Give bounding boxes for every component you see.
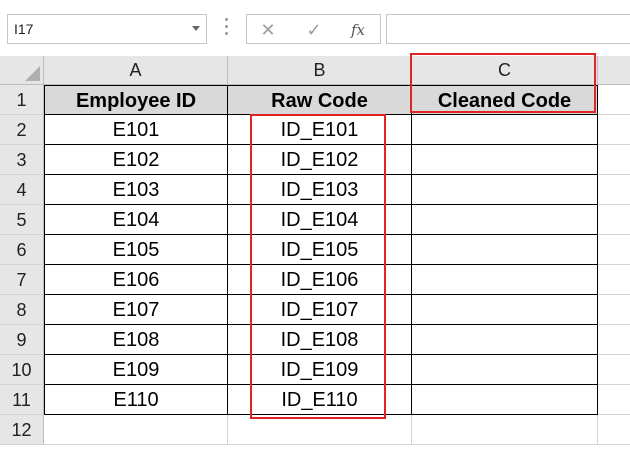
column-header-b[interactable]: B [228,56,412,85]
select-all-icon [25,66,40,81]
header-cell[interactable]: Raw Code [228,85,412,115]
table-cell[interactable] [412,205,598,235]
column-header-d[interactable] [598,56,630,85]
table-cell[interactable] [412,295,598,325]
row-header-2[interactable]: 2 [0,115,44,145]
table-cell[interactable]: E110 [44,385,228,415]
name-box-value: I17 [14,21,34,37]
row-header-4[interactable]: 4 [0,175,44,205]
empty-cell[interactable] [598,385,630,415]
table-cell[interactable] [412,355,598,385]
empty-cell[interactable] [598,235,630,265]
enter-icon[interactable]: ✓ [299,19,329,41]
table-cell[interactable]: E107 [44,295,228,325]
table-cell[interactable] [412,145,598,175]
header-cell[interactable]: Employee ID [44,85,228,115]
table-cell[interactable]: ID_E102 [228,145,412,175]
table-cell[interactable] [412,175,598,205]
table-cell[interactable]: E102 [44,145,228,175]
table-cell[interactable]: ID_E110 [228,385,412,415]
table-cell[interactable] [412,265,598,295]
grip-icon [225,18,229,38]
row-header-1[interactable]: 1 [0,85,44,115]
row-header-11[interactable]: 11 [0,385,44,415]
table-cell[interactable]: ID_E104 [228,205,412,235]
empty-cell[interactable] [44,415,228,445]
insert-function-button[interactable]: fx [343,19,373,41]
table-cell[interactable] [412,325,598,355]
column-header-a[interactable]: A [44,56,228,85]
row-header-7[interactable]: 7 [0,265,44,295]
table-cell[interactable]: E105 [44,235,228,265]
name-box[interactable]: I17 [7,14,207,44]
chevron-down-icon[interactable] [192,26,200,31]
cancel-icon[interactable]: ✕ [253,19,283,41]
table-cell[interactable]: ID_E103 [228,175,412,205]
row-header-10[interactable]: 10 [0,355,44,385]
table-cell[interactable] [412,115,598,145]
table-cell[interactable]: E109 [44,355,228,385]
table-cell[interactable]: ID_E106 [228,265,412,295]
table-cell[interactable]: ID_E109 [228,355,412,385]
formula-bar: I17 ✕ ✓ fx [0,0,630,56]
table-cell[interactable]: E101 [44,115,228,145]
table-cell[interactable]: ID_E101 [228,115,412,145]
row-header-9[interactable]: 9 [0,325,44,355]
row-header-3[interactable]: 3 [0,145,44,175]
row-header-8[interactable]: 8 [0,295,44,325]
table-cell[interactable]: ID_E105 [228,235,412,265]
empty-cell[interactable] [598,325,630,355]
row-header-5[interactable]: 5 [0,205,44,235]
table-cell[interactable]: E104 [44,205,228,235]
empty-cell[interactable] [598,115,630,145]
table-cell[interactable]: ID_E108 [228,325,412,355]
table-cell[interactable]: E103 [44,175,228,205]
empty-cell[interactable] [598,355,630,385]
empty-cell[interactable] [598,175,630,205]
spreadsheet-grid: A B C 1 2 3 4 5 6 7 8 9 10 11 12 Employee ID Raw Cod… [0,53,630,452]
empty-cell[interactable] [598,85,630,115]
row-header-12[interactable]: 12 [0,415,44,445]
select-all-button[interactable] [0,56,44,85]
formula-buttons: ✕ ✓ fx [246,14,381,44]
empty-cell[interactable] [598,145,630,175]
table-cell[interactable]: E108 [44,325,228,355]
row-header-6[interactable]: 6 [0,235,44,265]
table-cell[interactable]: ID_E107 [228,295,412,325]
empty-cell[interactable] [598,295,630,325]
table-cell[interactable] [412,235,598,265]
header-cell[interactable]: Cleaned Code [412,85,598,115]
empty-cell[interactable] [228,415,412,445]
empty-cell[interactable] [598,265,630,295]
formula-input[interactable] [386,14,630,44]
empty-cell[interactable] [412,415,598,445]
table-cell[interactable]: E106 [44,265,228,295]
empty-cell[interactable] [598,415,630,445]
column-header-c[interactable]: C [412,56,598,85]
empty-cell[interactable] [598,205,630,235]
table-cell[interactable] [412,385,598,415]
